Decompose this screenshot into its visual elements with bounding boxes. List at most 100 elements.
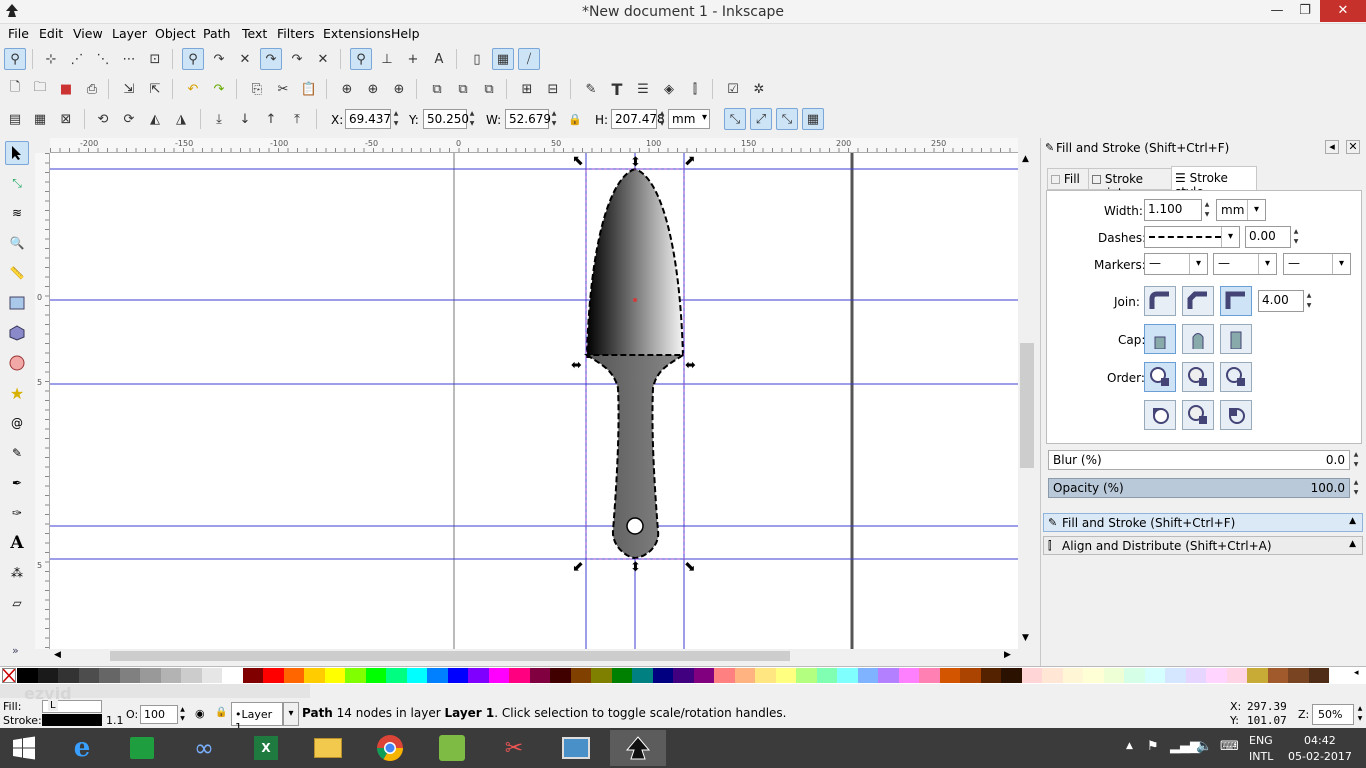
color-swatch[interactable] — [119, 668, 140, 683]
w-spinner[interactable]: ▲ ▼ — [549, 109, 559, 129]
volume-icon[interactable]: 🔈 — [1196, 739, 1212, 754]
color-swatch[interactable] — [160, 668, 181, 683]
knife-blade-shape[interactable] — [586, 167, 685, 358]
export-icon[interactable]: ⇱ — [144, 78, 166, 100]
horizontal-scroll-thumb[interactable] — [110, 651, 790, 661]
snipping-tool-icon[interactable]: ✂ — [486, 730, 542, 766]
color-swatch[interactable] — [263, 668, 284, 683]
tweak-tool-icon[interactable]: ≋ — [5, 201, 29, 225]
color-swatch[interactable] — [939, 668, 960, 683]
color-swatch[interactable] — [591, 668, 612, 683]
clone-icon[interactable]: ⧉ — [452, 78, 474, 100]
blur-slider[interactable]: Blur (%) 0.0 — [1048, 450, 1350, 470]
zoom-drawing-icon[interactable]: ⊕ — [362, 78, 384, 100]
menu-view[interactable]: View — [73, 26, 103, 41]
close-button[interactable]: ✕ — [1320, 0, 1366, 22]
snap-smooth-nodes-icon[interactable]: ↷ — [260, 48, 282, 70]
color-swatch[interactable] — [488, 668, 509, 683]
color-swatch[interactable] — [1267, 668, 1288, 683]
color-swatch[interactable] — [304, 668, 325, 683]
opacity-spinner[interactable]: ▲ ▼ — [178, 705, 187, 724]
color-swatch[interactable] — [468, 668, 489, 683]
stroke-width-value[interactable]: 1.1 — [106, 714, 124, 727]
show-hidden-icons[interactable]: ▲ — [1126, 741, 1133, 751]
color-swatch[interactable] — [1103, 668, 1124, 683]
scale-stroke-icon[interactable]: ⤡ — [724, 108, 746, 130]
color-swatch[interactable] — [181, 668, 202, 683]
order-stroke-markers-fill-button[interactable] — [1182, 400, 1214, 430]
y-field[interactable]: 50.250 — [423, 109, 469, 129]
snap-midpoints-icon[interactable]: ↷ — [286, 48, 308, 70]
cap-butt-button[interactable] — [1144, 324, 1176, 354]
file-explorer-icon[interactable] — [300, 730, 356, 766]
rectangle-tool-icon[interactable] — [5, 291, 29, 315]
h-field[interactable]: 207.478 — [611, 109, 665, 129]
order-stroke-fill-markers-button[interactable] — [1182, 362, 1214, 392]
camtasia-icon[interactable] — [424, 730, 480, 766]
color-swatch[interactable] — [386, 668, 407, 683]
unlink-clone-icon[interactable]: ⧉ — [478, 78, 500, 100]
zoom-tool-icon[interactable]: 🔍 — [5, 231, 29, 255]
drawing-canvas[interactable]: ⬉ ⬈ ⬍ ⬌ ⬌ ⬋ ⬊ ⬍ — [50, 153, 1018, 649]
color-swatch[interactable] — [17, 668, 38, 683]
color-swatch[interactable] — [673, 668, 694, 683]
deselect-icon[interactable]: ⊠ — [55, 108, 77, 130]
miter-limit-field[interactable]: 4.00 — [1258, 290, 1304, 312]
vertical-scrollbar[interactable]: ▲ ▼ — [1018, 138, 1036, 650]
color-swatch[interactable] — [529, 668, 550, 683]
color-swatch[interactable] — [816, 668, 837, 683]
infinity-app-icon[interactable]: ∞ — [176, 730, 232, 766]
color-swatch[interactable] — [755, 668, 776, 683]
color-swatch[interactable] — [37, 668, 58, 683]
layer-select[interactable]: •Layer 1 — [231, 702, 283, 734]
width-spinner[interactable]: ▲ ▼ — [1202, 200, 1212, 220]
color-swatch[interactable] — [878, 668, 899, 683]
dock-item-fill-stroke[interactable]: ✎ Fill and Stroke (Shift+Ctrl+F) ▲ — [1043, 513, 1363, 532]
color-swatch[interactable] — [570, 668, 591, 683]
eye-icon[interactable]: ◉ — [195, 707, 205, 720]
color-swatch[interactable] — [1001, 668, 1022, 683]
color-swatch[interactable] — [960, 668, 981, 683]
x-spinner[interactable]: ▲ ▼ — [391, 109, 401, 129]
menu-path[interactable]: Path — [203, 26, 230, 41]
select-all-icon[interactable]: ▤ — [4, 108, 26, 130]
w-field[interactable]: 52.679 — [505, 109, 551, 129]
color-swatch[interactable] — [509, 668, 530, 683]
order-markers-stroke-fill-button[interactable] — [1220, 400, 1252, 430]
scroll-down-icon[interactable]: ▼ — [1022, 633, 1029, 643]
transform-gradients-icon[interactable]: ⤡ — [776, 108, 798, 130]
minimize-button[interactable]: — — [1262, 0, 1292, 22]
dash-offset-field[interactable]: 0.00 — [1245, 226, 1291, 248]
color-swatch[interactable] — [919, 668, 940, 683]
group-icon[interactable]: ⊞ — [516, 78, 538, 100]
snap-others-icon[interactable]: ⚲ — [350, 48, 372, 70]
flip-horizontal-icon[interactable]: ◭ — [144, 108, 166, 130]
color-swatch[interactable] — [78, 668, 99, 683]
color-swatch[interactable] — [775, 668, 796, 683]
color-swatch[interactable] — [1144, 668, 1165, 683]
color-swatch[interactable] — [652, 668, 673, 683]
no-paint-swatch[interactable] — [2, 668, 16, 683]
menu-extensions[interactable]: Extensions — [323, 26, 391, 41]
keyboard-layout[interactable]: INTL — [1249, 750, 1273, 763]
color-swatch[interactable] — [857, 668, 878, 683]
dock-item-align-distribute[interactable]: ⫿ Align and Distribute (Shift+Ctrl+A) ▲ — [1043, 536, 1363, 555]
pencil-tool-icon[interactable]: ✎ — [5, 441, 29, 465]
cap-square-button[interactable] — [1220, 324, 1252, 354]
node-tool-icon[interactable]: ⤡ — [5, 171, 29, 195]
color-swatch[interactable] — [1308, 668, 1329, 683]
color-swatch[interactable] — [550, 668, 571, 683]
order-markers-fill-stroke-button[interactable] — [1144, 400, 1176, 430]
color-swatch[interactable] — [1083, 668, 1104, 683]
order-fill-stroke-markers-button[interactable] — [1144, 362, 1176, 392]
windows-store-icon[interactable] — [114, 730, 170, 766]
color-swatch[interactable] — [714, 668, 735, 683]
snap-bbox-edge-icon[interactable]: ⋰ — [66, 48, 88, 70]
chrome-icon[interactable] — [362, 730, 418, 766]
import-icon[interactable]: ⇲ — [118, 78, 140, 100]
snap-bbox-midpoint-icon[interactable]: ⋯ — [118, 48, 140, 70]
zoom-page-icon[interactable]: ⊕ — [388, 78, 410, 100]
scroll-up-icon[interactable]: ▲ — [1022, 154, 1029, 164]
handle-hole[interactable] — [626, 517, 644, 535]
ungroup-icon[interactable]: ⊟ — [542, 78, 564, 100]
